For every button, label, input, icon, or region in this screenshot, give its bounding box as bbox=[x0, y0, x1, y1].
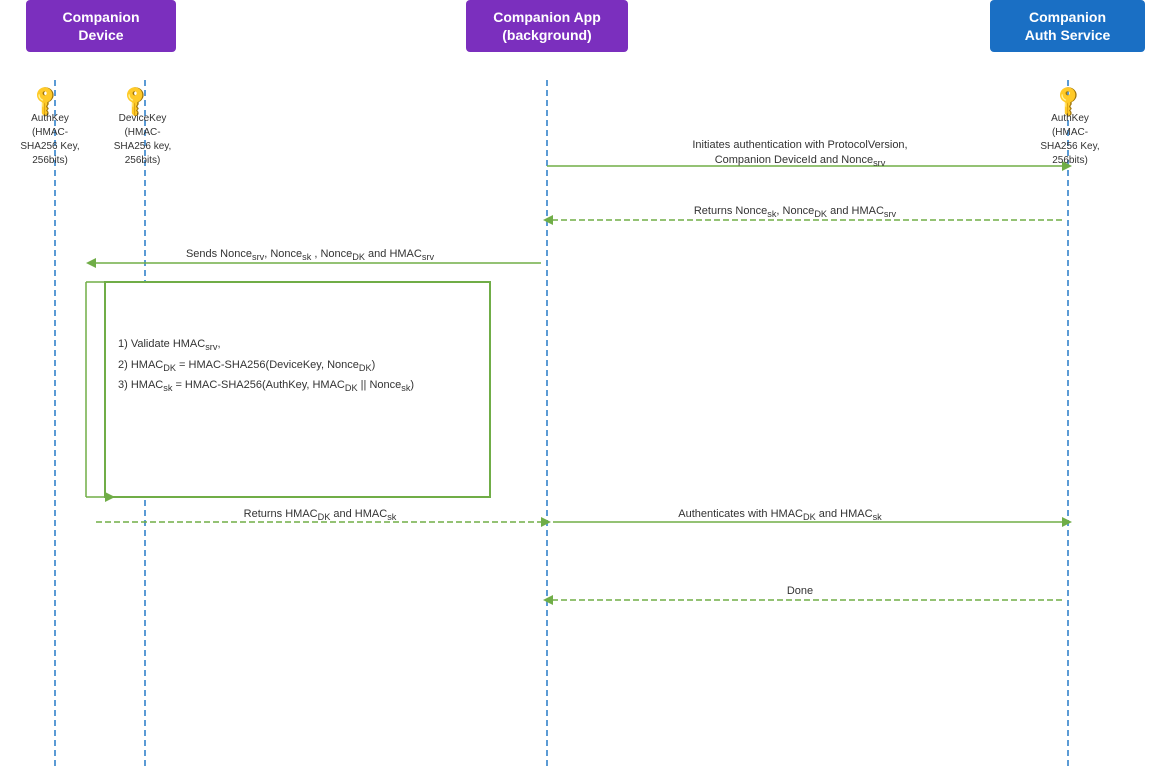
devicekey-label: DeviceKey(HMAC-SHA256 key,256bits) bbox=[100, 112, 185, 168]
msg2-label: Returns Noncesk, NonceDK and HMACsrv bbox=[555, 205, 1035, 219]
process-step1: 1) Validate HMACsrv, 2) HMACDK = HMAC-SH… bbox=[118, 335, 488, 397]
actor-companion-device-label: Companion Device bbox=[63, 9, 140, 43]
msg1-label: Initiates authentication with ProtocolVe… bbox=[580, 138, 1020, 170]
msg5-label: Authenticates with HMACDK and HMACsk bbox=[560, 508, 1000, 522]
authkey-right-label: AuthKey(HMAC-SHA256 Key,256bits) bbox=[1030, 112, 1110, 168]
actor-companion-app: Companion App(background) bbox=[466, 0, 628, 52]
msg4-label: Returns HMACDK and HMACsk bbox=[100, 508, 540, 522]
authkey-left-label: AuthKey(HMAC-SHA256 Key,256bits) bbox=[10, 112, 90, 168]
sequence-diagram: Companion Device Companion App(backgroun… bbox=[0, 0, 1172, 768]
msg3-label: Sends Noncesrv, Noncesk , NonceDK and HM… bbox=[100, 248, 520, 262]
actor-companion-app-label: Companion App(background) bbox=[493, 9, 601, 43]
actor-companion-device: Companion Device bbox=[26, 0, 176, 52]
actor-companion-auth-label: CompanionAuth Service bbox=[1025, 9, 1111, 43]
actor-companion-auth: CompanionAuth Service bbox=[990, 0, 1145, 52]
msg6-label: Done bbox=[580, 585, 1020, 597]
